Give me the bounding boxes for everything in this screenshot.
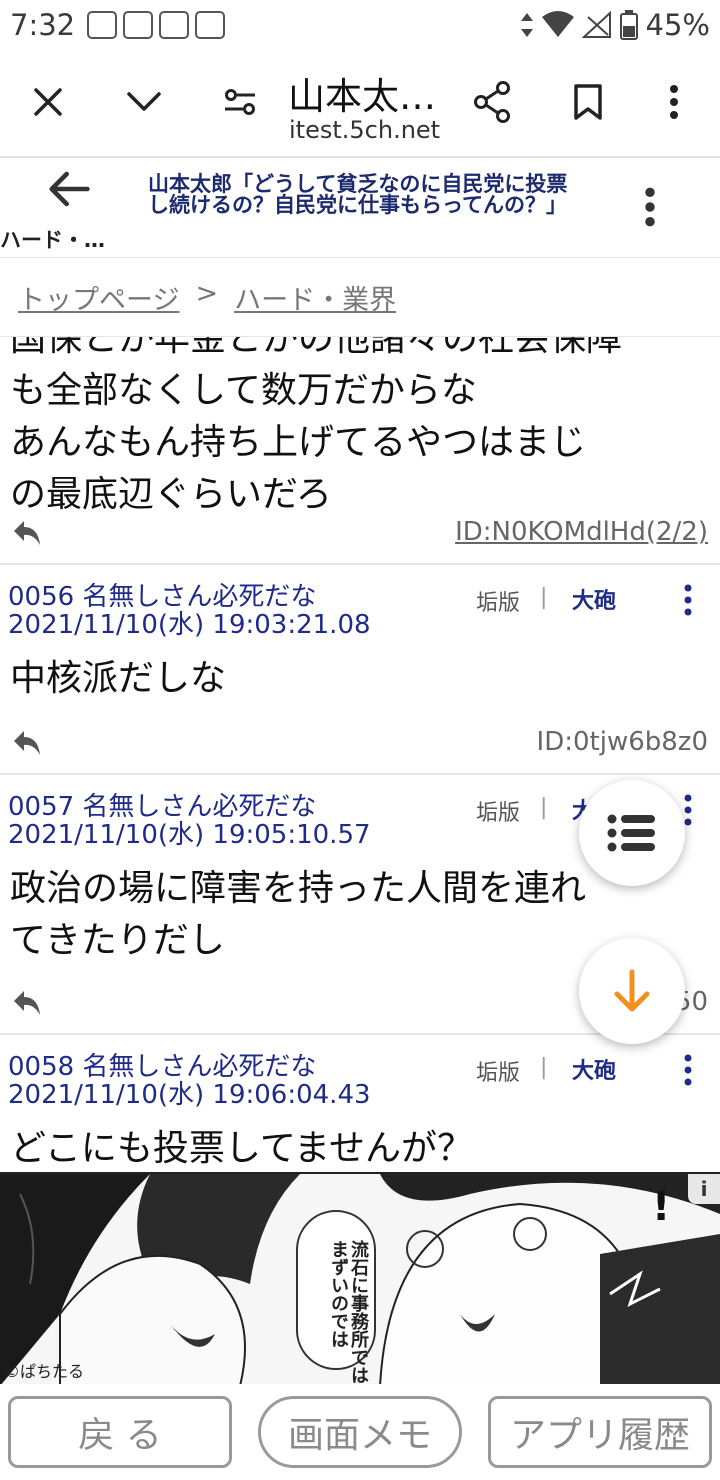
arrow-down-icon xyxy=(614,969,650,1012)
site-settings-button[interactable] xyxy=(214,76,266,128)
battery-icon xyxy=(619,10,638,40)
tune-icon xyxy=(225,89,255,115)
post-board-label: 垢版 xyxy=(476,801,521,826)
more-vert-icon xyxy=(670,85,678,119)
post-body: 中核派だしな xyxy=(10,653,226,705)
share-icon xyxy=(474,81,510,123)
post-body-line: の最底辺ぐらいだろ xyxy=(10,474,332,515)
data-arrows-icon xyxy=(520,13,533,37)
notification-download-icon xyxy=(195,11,226,39)
thread-header: ハード・… 山本太郎「どうして貧乏なのに自民党に投票し続けるの？自民党に仕事もら… xyxy=(0,160,720,258)
post-body: 国保とか年金とかの他諸々の社会保障 も全部なくして数万だからな あんなもん持ち上… xyxy=(10,337,622,521)
browser-toolbar: 山本太… itest.5ch.net xyxy=(0,50,720,158)
reply-icon[interactable] xyxy=(12,729,42,757)
more-vert-icon[interactable] xyxy=(678,1053,698,1087)
post-item: 国保とか年金とかの他諸々の社会保障 も全部なくして数万だからな あんなもん持ち上… xyxy=(0,337,720,565)
post-body-line: てきたりだし xyxy=(10,920,225,961)
post-item: 0058 名無しさん必死だな 2021/11/10(水) 19:06:04.43… xyxy=(0,1035,720,1172)
post-list-button[interactable] xyxy=(579,780,685,886)
browser-menu-button[interactable] xyxy=(648,76,700,128)
reply-icon[interactable] xyxy=(12,519,42,547)
wifi-icon xyxy=(541,11,574,37)
notification-phone-icon xyxy=(123,11,154,39)
page-url[interactable]: itest.5ch.net xyxy=(289,116,440,144)
thread-title: 山本太郎「どうして貧乏なのに自民党に投票し続けるの？自民党に仕事もらってんの？」 xyxy=(148,172,568,217)
status-bar: 7:32 45% xyxy=(0,0,720,50)
no-signal-icon xyxy=(581,11,611,38)
status-right: 45% xyxy=(520,0,710,50)
post-id[interactable]: ID:N0KOMdlHd(2/2) xyxy=(455,517,708,547)
post-header[interactable]: 0058 名無しさん必死だな 2021/11/10(水) 19:06:04.43 xyxy=(8,1053,468,1109)
post-separator: | xyxy=(540,795,548,820)
ad-banner[interactable]: 流石に事務所ではまずいのでは ! i ©ぱちたる xyxy=(0,1172,720,1384)
bookmark-icon xyxy=(574,84,602,120)
status-time: 7:32 xyxy=(10,8,76,42)
breadcrumb-board-link[interactable]: ハード・業界 xyxy=(234,278,396,317)
post-header[interactable]: 0056 名無しさん必死だな 2021/11/10(水) 19:03:21.08 xyxy=(8,583,468,639)
post-separator: | xyxy=(540,1055,548,1080)
speech-bubble-text: 流石に事務所ではまずいのでは xyxy=(328,1240,369,1384)
back-board-label[interactable]: ハード・… xyxy=(0,224,105,254)
post-item: 0056 名無しさん必死だな 2021/11/10(水) 19:03:21.08… xyxy=(0,565,720,775)
post-body-line: も全部なくして数万だからな xyxy=(10,370,477,411)
notification-vibrate-icon xyxy=(159,11,190,39)
post-header[interactable]: 0057 名無しさん必死だな 2021/11/10(水) 19:05:10.57 xyxy=(8,793,468,849)
reply-icon[interactable] xyxy=(12,989,42,1017)
notification-icons xyxy=(87,11,226,39)
close-icon xyxy=(34,88,62,116)
ad-credit: ©ぱちたる xyxy=(4,1362,85,1381)
breadcrumb-top-link[interactable]: トップページ xyxy=(18,278,179,317)
scroll-down-button[interactable] xyxy=(579,938,685,1044)
post-id[interactable]: ID:0tjw6b8z0 xyxy=(537,727,708,757)
post-board-label: 垢版 xyxy=(476,1061,521,1086)
post-body-line: あんなもん持ち上げてるやつはまじ xyxy=(10,422,587,463)
post-tag[interactable]: 大砲 xyxy=(572,1053,616,1085)
page-title: 山本太… xyxy=(288,75,436,118)
post-body: どこにも投票してませんが？ xyxy=(10,1123,473,1172)
post-separator: | xyxy=(540,585,548,610)
ad-exclamation: ! xyxy=(652,1184,671,1230)
list-icon xyxy=(607,814,655,852)
post-body-line: どこにも投票してませんが？ xyxy=(10,1128,473,1169)
share-button[interactable] xyxy=(466,76,518,128)
breadcrumb: トップページ > ハード・業界 xyxy=(18,278,396,317)
close-button[interactable] xyxy=(22,76,74,128)
post-list: 国保とか年金とかの他諸々の社会保障 も全部なくして数万だからな あんなもん持ち上… xyxy=(0,337,720,1172)
notification-app-icon xyxy=(87,11,118,39)
more-vert-icon[interactable] xyxy=(636,186,664,228)
battery-percent: 45% xyxy=(645,8,710,42)
collapse-button[interactable] xyxy=(118,76,170,128)
post-body: 政治の場に障害を持った人間を連れ てきたりだし xyxy=(10,863,586,967)
more-vert-icon[interactable] xyxy=(678,583,698,617)
post-body-line: 中核派だしな xyxy=(10,658,227,699)
app-history-button[interactable]: アプリ履歴 xyxy=(488,1396,712,1468)
bottom-navigation: 戻 る 画面メモ アプリ履歴 xyxy=(0,1386,720,1480)
back-button[interactable]: 戻 る xyxy=(8,1396,232,1468)
post-body-line: 国保とか年金とかの他諸々の社会保障 xyxy=(10,337,623,359)
post-body-line: 政治の場に障害を持った人間を連れ xyxy=(10,868,587,909)
screen-memo-button[interactable]: 画面メモ xyxy=(258,1396,462,1468)
breadcrumb-separator: > xyxy=(195,278,219,309)
chevron-down-icon xyxy=(127,92,161,111)
post-tag[interactable]: 大砲 xyxy=(572,583,616,615)
arrow-back-icon[interactable] xyxy=(46,166,92,212)
ad-info-button[interactable]: i xyxy=(688,1174,720,1204)
bookmark-button[interactable] xyxy=(562,76,614,128)
post-board-label: 垢版 xyxy=(476,591,521,616)
